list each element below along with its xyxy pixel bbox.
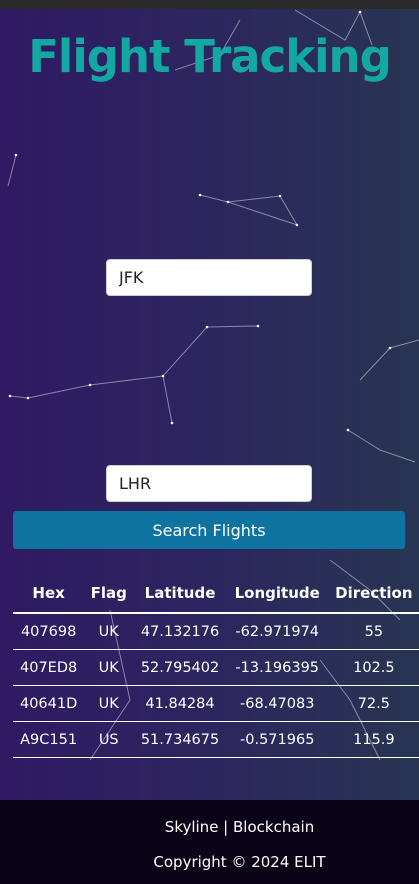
table-row: A9C151 US 51.734675 -0.571965 115.9 (13, 721, 419, 758)
footer-copyright: Copyright © 2024 ELIT (153, 853, 326, 871)
destination-input[interactable] (106, 465, 312, 502)
table-row: 407ED8 UK 52.795402 -13.196395 102.5 (13, 649, 419, 686)
cell-longitude: -0.571965 (226, 721, 328, 758)
cell-direction: 102.5 (327, 649, 419, 686)
cell-longitude: -13.196395 (226, 649, 328, 686)
header-direction: Direction (327, 574, 419, 614)
table-row: 40641D UK 41.84284 -68.47083 72.5 (13, 685, 419, 722)
header-latitude: Latitude (133, 574, 227, 614)
cell-latitude: 47.132176 (133, 613, 227, 650)
cell-hex: 40641D (13, 685, 85, 722)
header-longitude: Longitude (226, 574, 328, 614)
cell-direction: 55 (327, 613, 419, 650)
search-flights-button[interactable]: Search Flights (13, 511, 405, 549)
cell-flag: UK (84, 649, 134, 686)
cell-direction: 115.9 (327, 721, 419, 758)
header-hex: Hex (13, 574, 85, 614)
cell-flag: UK (84, 613, 134, 650)
cell-longitude: -68.47083 (226, 685, 328, 722)
cell-hex: A9C151 (13, 721, 85, 758)
cell-direction: 72.5 (327, 685, 419, 722)
origin-input[interactable] (106, 259, 312, 296)
cell-latitude: 51.734675 (133, 721, 227, 758)
cell-latitude: 41.84284 (133, 685, 227, 722)
table-row: 407698 UK 47.132176 -62.971974 55 (13, 613, 419, 650)
footer-brand: Skyline | Blockchain (164, 818, 315, 836)
cell-longitude: -62.971974 (226, 613, 328, 650)
cell-hex: 407ED8 (13, 649, 85, 686)
cell-flag: US (84, 721, 134, 758)
cell-latitude: 52.795402 (133, 649, 227, 686)
cell-flag: UK (84, 685, 134, 722)
flights-table: Hex Flag Latitude Longitude Direction A … (13, 574, 419, 758)
cell-hex: 407698 (13, 613, 85, 650)
flights-table-container[interactable]: Hex Flag Latitude Longitude Direction A … (13, 574, 419, 758)
header-flag: Flag (84, 574, 134, 614)
page-title: Flight Tracking (28, 30, 392, 83)
footer: Skyline | Blockchain Copyright © 2024 EL… (0, 800, 419, 884)
table-header-row: Hex Flag Latitude Longitude Direction A (13, 574, 419, 614)
